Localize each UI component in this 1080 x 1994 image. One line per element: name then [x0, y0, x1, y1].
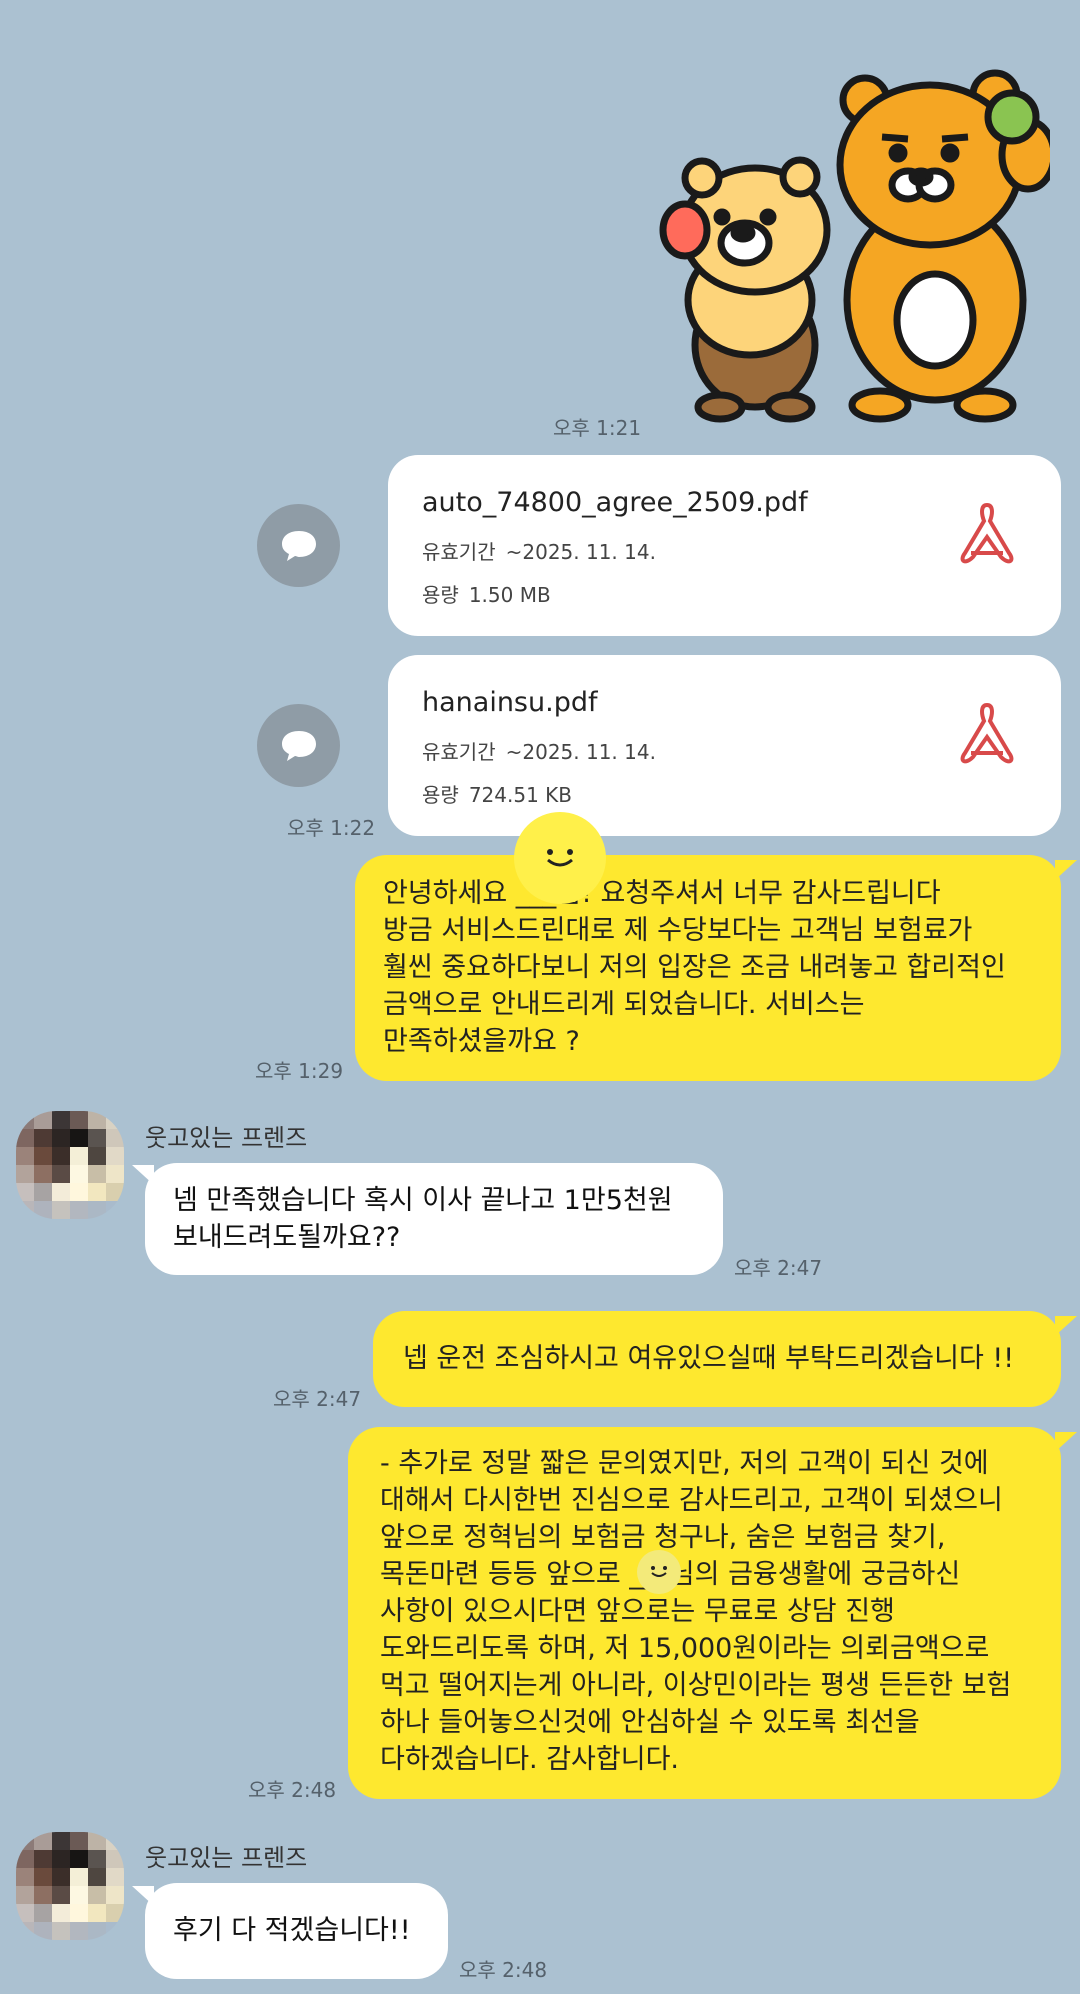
bubble-tail — [132, 1165, 154, 1185]
message-line: 보내드려도될까요?? — [173, 1222, 401, 1253]
message-line: 만족하셨을까요 ? — [383, 1026, 580, 1057]
message-line: 넴 만족했습니다 혹시 이사 끝나고 1만5천원 — [173, 1185, 673, 1216]
bubble-tail — [132, 1886, 154, 1906]
bubble-tail — [1055, 1432, 1077, 1452]
my-message-bubble[interactable]: 넵 운전 조심하시고 여유있으실때 부탁드리겠습니다 !! — [373, 1311, 1061, 1407]
bubble-tail — [1055, 1316, 1077, 1336]
message-time: 오후 2:48 — [459, 1958, 548, 1982]
message-line: 대해서 다시한번 진심으로 감사드리고, 고객이 되셨으니 — [380, 1485, 1003, 1516]
message-line: - 추가로 정말 짧은 문의였지만, 저의 고객이 되신 것에 — [380, 1448, 989, 1479]
my-message-bubble[interactable]: - 추가로 정말 짧은 문의였지만, 저의 고객이 되신 것에 대해서 다시한번… — [348, 1427, 1061, 1799]
message-time: 오후 1:21 — [553, 416, 642, 440]
message-line: 도와드리도록 하며, 저 15,000원이라는 의뢰금액으로 — [380, 1633, 990, 1664]
file-name: auto_74800_agree_2509.pdf — [422, 487, 808, 518]
message-time: 오후 2:47 — [734, 1256, 823, 1280]
message-line: 후기 다 적겠습니다!! — [173, 1915, 411, 1946]
sender-name: 웃고있는 프렌즈 — [145, 1844, 308, 1872]
message-line: 방금 서비스드린대로 제 수당보다는 고객님 보험료가 — [383, 915, 973, 946]
sender-name: 웃고있는 프렌즈 — [145, 1124, 308, 1152]
file-message-card[interactable]: auto_74800_agree_2509.pdf 유효기간 ~2025. 11.… — [388, 455, 1061, 636]
pdf-icon — [960, 502, 1014, 564]
message-line: 목돈마련 등등 앞으로 ___님의 금융생활에 궁금하신 — [380, 1559, 961, 1590]
file-message-card[interactable]: hanainsu.pdf 유효기간 ~2025. 11. 14. 용량 724.51… — [388, 655, 1061, 836]
message-time: 오후 2:47 — [273, 1387, 362, 1411]
share-button[interactable] — [257, 704, 340, 787]
file-expiry: 유효기간 ~2025. 11. 14. — [422, 540, 656, 564]
message-line: 넵 운전 조심하시고 여유있으실때 부탁드리겠습니다 !! — [403, 1343, 1015, 1374]
message-line: 금액으로 안내드리게 되었습니다. 서비스는 — [383, 989, 865, 1020]
speech-bubble-share-icon — [281, 730, 316, 761]
smiley-redaction-icon — [637, 1550, 681, 1594]
file-expiry: 유효기간 ~2025. 11. 14. — [422, 740, 656, 764]
pdf-icon — [960, 702, 1014, 764]
file-name: hanainsu.pdf — [422, 687, 598, 718]
speech-bubble-share-icon — [281, 530, 316, 561]
message-time: 오후 2:48 — [248, 1778, 337, 1802]
message-line: 하나 들어놓으신것에 안심하실 수 있도록 최선을 — [380, 1707, 920, 1738]
message-line: 훨씬 중요하다보니 저의 입장은 조금 내려놓고 합리적인 — [383, 952, 1006, 983]
bubble-tail — [1055, 860, 1077, 880]
message-line: 먹고 떨어지는게 아니라, 이상민이라는 평생 든든한 보험 — [380, 1670, 1012, 1701]
friend-message-bubble[interactable]: 후기 다 적겠습니다!! — [145, 1883, 448, 1979]
share-button[interactable] — [257, 504, 340, 587]
message-line: 사항이 있으시다면 앞으로는 무료로 상담 진행 — [380, 1596, 895, 1627]
friend-message-bubble[interactable]: 넴 만족했습니다 혹시 이사 끝나고 1만5천원 보내드려도될까요?? — [145, 1163, 723, 1275]
my-message-bubble[interactable]: 안녕하세요 ___님! 요청주셔서 너무 감사드립니다 방금 서비스드린대로 제… — [355, 855, 1061, 1081]
message-line: 안녕하세요 ___님! 요청주셔서 너무 감사드립니다 — [383, 878, 941, 909]
message-line: 다하겠습니다. 감사합니다. — [380, 1744, 679, 1775]
avatar[interactable] — [16, 1111, 124, 1219]
message-line: 앞으로 정혁님의 보험금 청구나, 숨은 보험금 찾기, — [380, 1522, 946, 1553]
message-time: 오후 1:22 — [287, 816, 376, 840]
avatar[interactable] — [16, 1832, 124, 1940]
file-size: 용량 724.51 KB — [422, 783, 572, 807]
lion-friends-sticker-icon[interactable] — [650, 55, 1058, 425]
smiley-redaction-icon — [514, 812, 606, 904]
message-time: 오후 1:29 — [255, 1059, 344, 1083]
file-size: 용량 1.50 MB — [422, 583, 551, 607]
